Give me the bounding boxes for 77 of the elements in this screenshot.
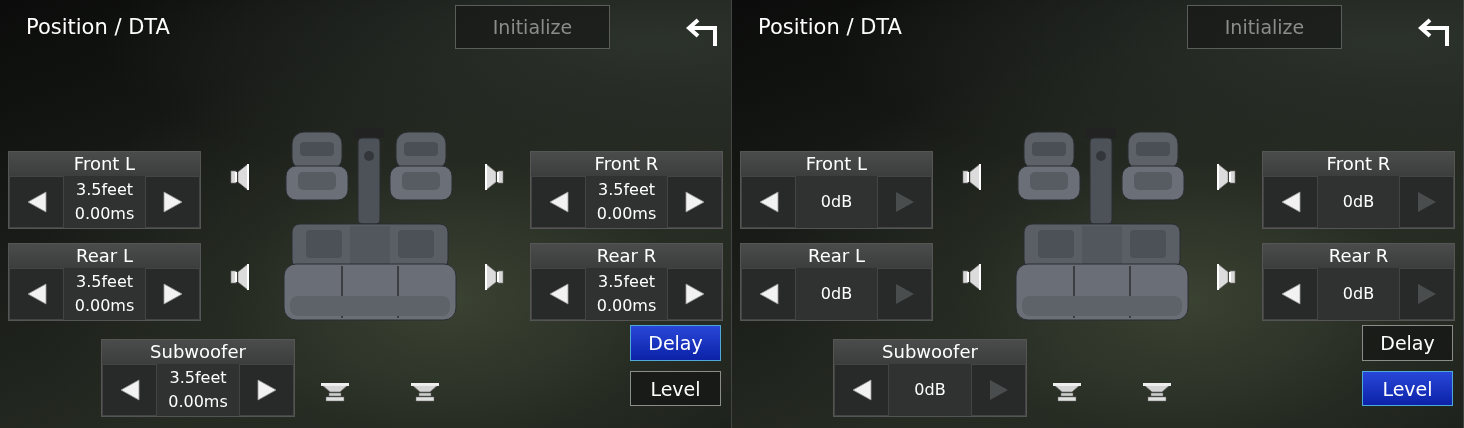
speaker-icon <box>484 163 504 191</box>
value-display: 3.5feet 0.00ms <box>157 364 239 416</box>
value-display: 0dB <box>796 268 877 320</box>
mode-button[interactable]: Level <box>1362 371 1453 406</box>
left-triangle-icon <box>1279 283 1302 305</box>
channel-label: Rear R <box>1263 244 1454 268</box>
channel-label: Subwoofer <box>102 340 294 364</box>
channel-label: Rear L <box>741 244 932 268</box>
subwoofer-icon <box>410 381 440 402</box>
speaker-icon <box>230 163 250 191</box>
increase-button[interactable] <box>239 364 294 416</box>
value-display: 0dB <box>796 176 877 228</box>
mode-button[interactable]: Level <box>630 371 721 406</box>
value-display: 3.5feet 0.00ms <box>586 268 667 320</box>
right-triangle-icon <box>255 379 278 401</box>
speaker-icon <box>1216 263 1236 291</box>
speaker-icon <box>484 263 504 291</box>
left-triangle-icon <box>25 191 48 213</box>
decrease-button[interactable] <box>834 364 889 416</box>
value-display: 0dB <box>1318 176 1399 228</box>
decrease-button[interactable] <box>531 268 586 320</box>
channel-label: Front R <box>1263 152 1454 176</box>
left-triangle-icon <box>547 191 570 213</box>
right-triangle-icon <box>161 191 184 213</box>
decrease-button[interactable] <box>1263 268 1318 320</box>
value-display: 0dB <box>889 364 971 416</box>
back-arrow-icon <box>1418 17 1452 47</box>
channel-label: Subwoofer <box>834 340 1026 364</box>
value-display: 3.5feet 0.00ms <box>586 176 667 228</box>
increase-button[interactable] <box>145 176 200 228</box>
decrease-button[interactable] <box>741 176 796 228</box>
decrease-button[interactable] <box>1263 176 1318 228</box>
channel-label: Front L <box>741 152 932 176</box>
channel-label: Front L <box>9 152 200 176</box>
screen-title: Position / DTA <box>757 15 903 39</box>
back-button[interactable] <box>1418 17 1452 47</box>
decrease-button[interactable] <box>531 176 586 228</box>
right-triangle-icon <box>683 191 706 213</box>
decrease-button[interactable] <box>9 268 64 320</box>
left-triangle-icon <box>1279 191 1302 213</box>
decrease-button[interactable] <box>102 364 157 416</box>
back-button[interactable] <box>686 17 720 47</box>
increase-button[interactable] <box>145 268 200 320</box>
right-triangle-icon <box>893 283 916 305</box>
value-display: 3.5feet 0.00ms <box>64 268 145 320</box>
speaker-icon <box>230 263 250 291</box>
screen-title: Position / DTA <box>25 15 171 39</box>
value-display: 3.5feet 0.00ms <box>64 176 145 228</box>
right-triangle-icon <box>161 283 184 305</box>
speaker-icon <box>962 263 982 291</box>
left-triangle-icon <box>25 283 48 305</box>
speaker-icon <box>1216 163 1236 191</box>
mode-button[interactable]: Delay <box>630 325 721 361</box>
left-triangle-icon <box>757 191 780 213</box>
mode-button[interactable]: Delay <box>1362 325 1453 361</box>
speaker-icon <box>962 163 982 191</box>
decrease-button[interactable] <box>9 176 64 228</box>
right-triangle-icon <box>683 283 706 305</box>
back-arrow-icon <box>686 17 720 47</box>
channel-label: Rear L <box>9 244 200 268</box>
right-triangle-icon <box>893 191 916 213</box>
channel-label: Rear R <box>531 244 722 268</box>
channel-label: Front R <box>531 152 722 176</box>
right-triangle-icon <box>1415 191 1438 213</box>
left-triangle-icon <box>757 283 780 305</box>
increase-button[interactable] <box>667 268 722 320</box>
subwoofer-icon <box>1142 381 1172 402</box>
left-triangle-icon <box>118 379 141 401</box>
value-display: 0dB <box>1318 268 1399 320</box>
decrease-button[interactable] <box>741 268 796 320</box>
increase-button[interactable] <box>667 176 722 228</box>
right-triangle-icon <box>1415 283 1438 305</box>
right-triangle-icon <box>987 379 1010 401</box>
left-triangle-icon <box>547 283 570 305</box>
subwoofer-icon <box>1052 381 1082 402</box>
left-triangle-icon <box>850 379 873 401</box>
subwoofer-icon <box>320 381 350 402</box>
